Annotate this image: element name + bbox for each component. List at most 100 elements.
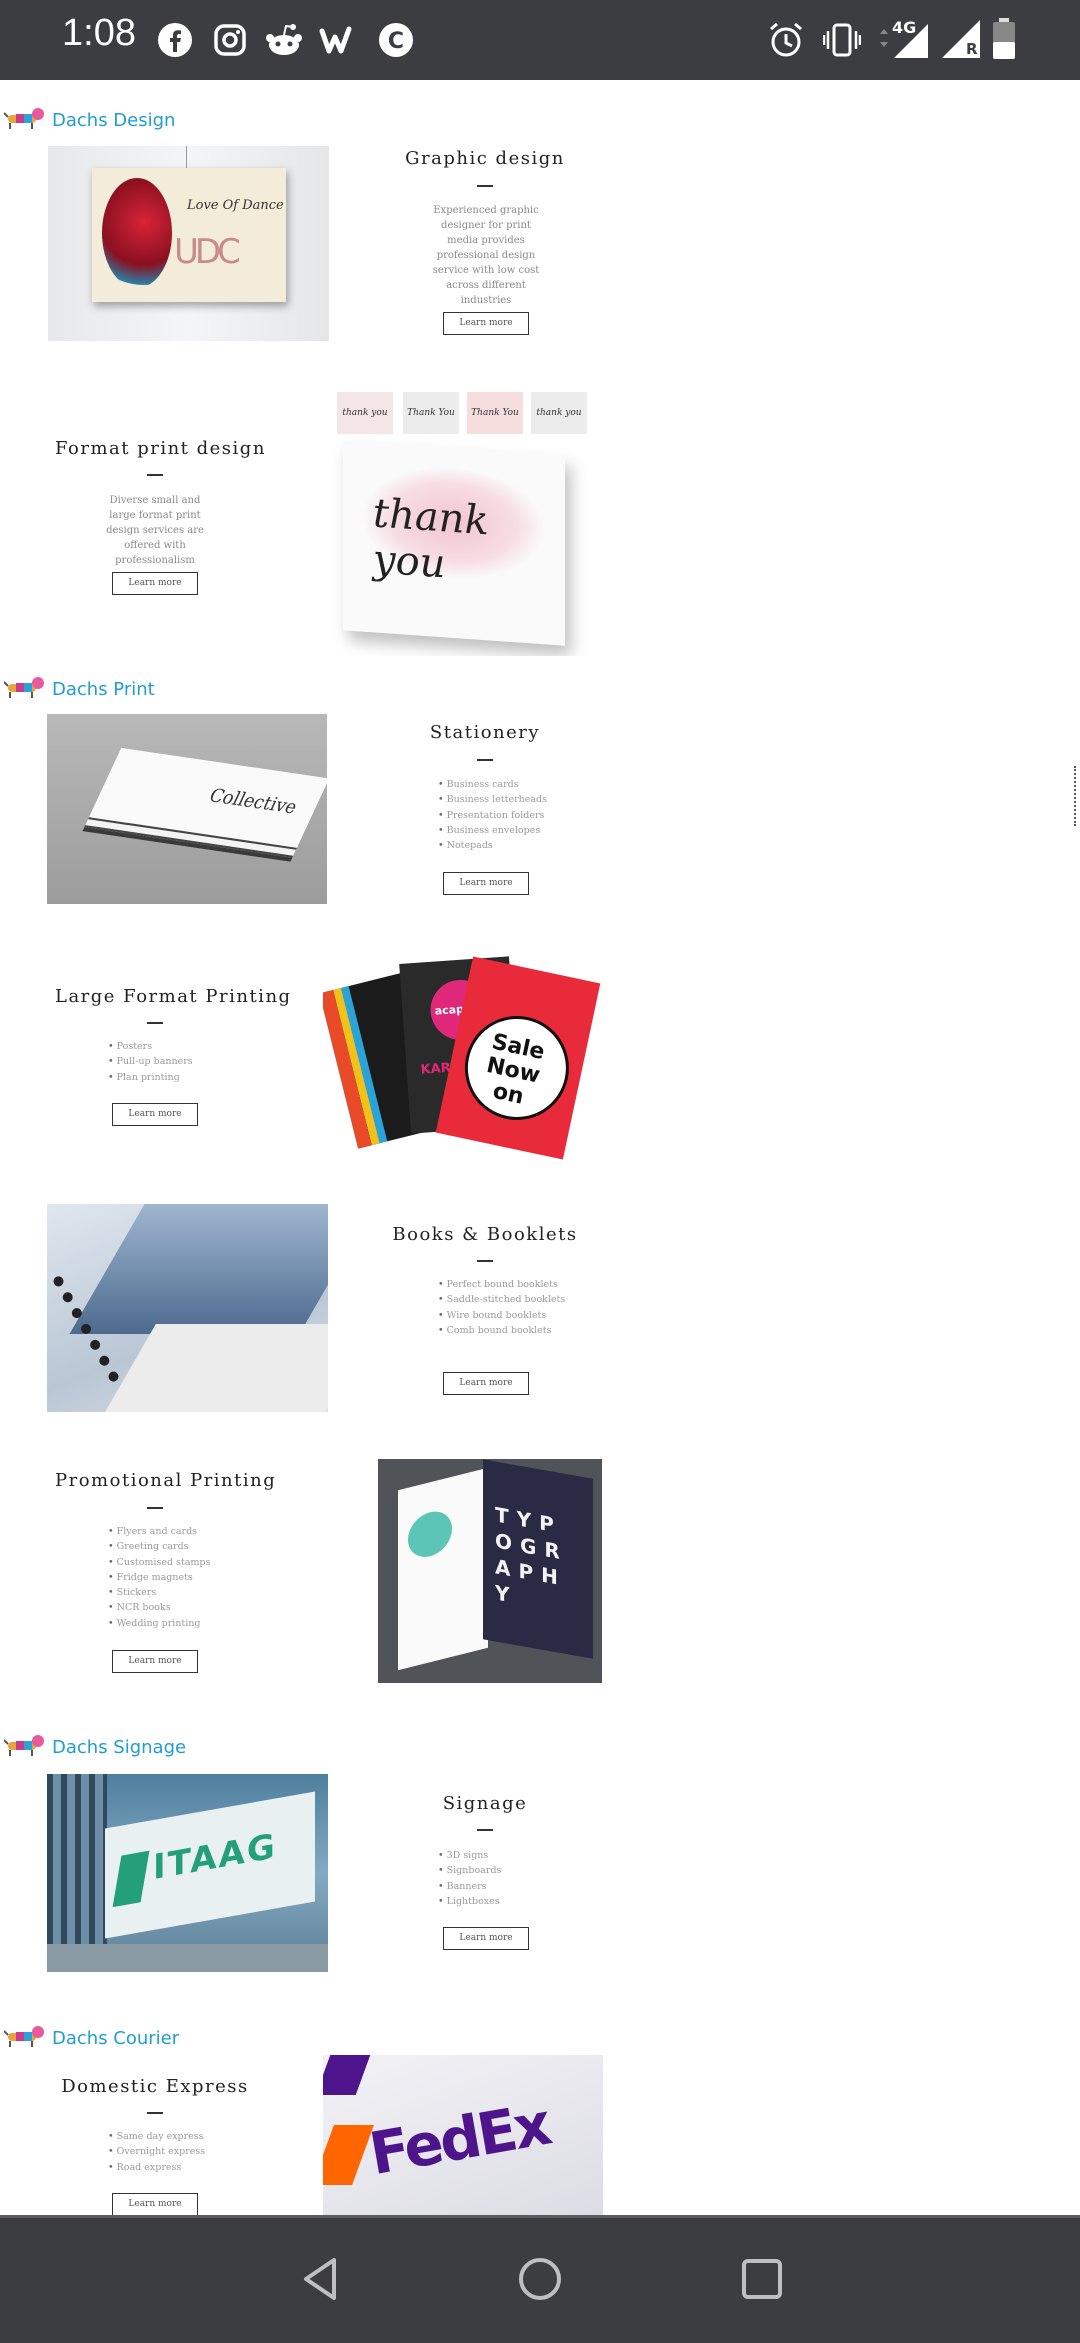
- stationery-list: Business cards Business letterheads Pres…: [438, 777, 547, 853]
- list-item: Same day express: [108, 2129, 205, 2144]
- instagram-icon: [210, 20, 250, 60]
- title-divider: [477, 1260, 493, 1262]
- list-item: Business letterheads: [438, 792, 547, 807]
- list-item: Fridge magnets: [108, 1570, 210, 1585]
- copyright-app-icon: C: [376, 20, 416, 60]
- svg-text:C: C: [388, 29, 404, 54]
- list-item: Stickers: [108, 1585, 210, 1600]
- list-item: NCR books: [108, 1600, 210, 1615]
- graphic-design-learn-more-button[interactable]: Learn more: [443, 312, 529, 335]
- poster-text: Love Of Dance: [187, 198, 284, 213]
- home-button[interactable]: [515, 2254, 565, 2304]
- list-item: Road express: [108, 2160, 205, 2175]
- vibrate-icon: [822, 20, 862, 60]
- graphic-design-description: Experienced graphic designer for print m…: [432, 205, 540, 306]
- card-script-text: thank you: [373, 490, 489, 588]
- promo-image: TYPOGRAPHY: [378, 1459, 602, 1683]
- list-item: Presentation folders: [438, 808, 547, 823]
- signage-list: 3D signs Signboards Banners Lightboxes: [438, 1848, 502, 1909]
- domestic-express-title: Domestic Express: [61, 2076, 249, 2097]
- dachshund-logo-icon: [3, 2023, 46, 2053]
- stationery-title: Stationery: [429, 722, 541, 743]
- signage-learn-more-button[interactable]: Learn more: [443, 1927, 529, 1950]
- list-item: Saddle-stitched booklets: [438, 1292, 566, 1307]
- list-item: Perfect bound booklets: [438, 1277, 565, 1292]
- business-card-text: Collective: [205, 784, 301, 819]
- list-item: Comb bound booklets: [438, 1323, 565, 1338]
- format-print-title: Format print design: [55, 438, 266, 459]
- promo-learn-more-button[interactable]: Learn more: [112, 1650, 198, 1673]
- signal-roaming-icon: R: [940, 18, 986, 60]
- format-print-description: Diverse small and large format print des…: [106, 495, 204, 566]
- title-divider: [147, 474, 163, 476]
- facebook-icon: [155, 20, 195, 60]
- list-item: Posters: [108, 1039, 193, 1054]
- large-format-learn-more-button[interactable]: Learn more: [112, 1103, 198, 1126]
- stationery-image: Collective: [47, 714, 327, 904]
- domestic-express-list: Same day express Overnight express Road …: [108, 2129, 206, 2175]
- list-item: Pull-up banners: [108, 1054, 193, 1069]
- list-item: Greeting cards: [108, 1539, 210, 1554]
- books-title: Books & Booklets: [392, 1224, 578, 1245]
- signal-4g-icon: 4G: [876, 18, 932, 60]
- booklet-image: [47, 1204, 328, 1412]
- title-divider: [477, 185, 493, 187]
- back-button[interactable]: [296, 2254, 346, 2304]
- section-header-courier[interactable]: Dachs Courier: [3, 2023, 180, 2053]
- status-time: 1:08: [62, 12, 136, 54]
- battery-icon: [992, 18, 1016, 60]
- scroll-indicator[interactable]: [1074, 766, 1080, 826]
- promo-title: Promotional Printing: [55, 1470, 277, 1491]
- list-item: Flyers and cards: [108, 1524, 210, 1539]
- graphic-design-image: Love Of Dance UDC: [48, 146, 329, 341]
- list-item: Signboards: [438, 1863, 502, 1878]
- roaming-label: R: [966, 40, 978, 58]
- list-item: Lightboxes: [438, 1894, 501, 1909]
- stationery-learn-more-button[interactable]: Learn more: [443, 872, 529, 895]
- list-item: Customised stamps: [108, 1555, 211, 1570]
- dachshund-logo-icon: [3, 674, 46, 704]
- courier-image: FedEx: [323, 2055, 603, 2215]
- dachshund-logo-icon: [3, 105, 46, 135]
- section-title-print: Dachs Print: [52, 678, 155, 700]
- books-list: Perfect bound booklets Saddle-stitched b…: [438, 1277, 566, 1338]
- status-bar: 1:08 C 4G R: [0, 0, 1080, 80]
- list-item: Business envelopes: [438, 823, 547, 838]
- large-format-title: Large Format Printing: [55, 986, 292, 1007]
- section-title-courier: Dachs Courier: [52, 2027, 180, 2049]
- section-title-design: Dachs Design: [52, 109, 176, 131]
- list-item: Overnight express: [108, 2144, 206, 2159]
- section-header-design[interactable]: Dachs Design: [3, 105, 176, 135]
- typography-text: TYPOGRAPHY: [495, 1502, 568, 1609]
- list-item: Wire bound booklets: [438, 1308, 565, 1323]
- title-divider: [477, 1829, 493, 1831]
- wattpad-icon: [318, 20, 364, 60]
- title-divider: [147, 1507, 163, 1509]
- books-learn-more-button[interactable]: Learn more: [443, 1372, 529, 1395]
- section-title-signage: Dachs Signage: [52, 1736, 187, 1758]
- fedex-logo-text: FedEx: [364, 2089, 554, 2189]
- title-divider: [477, 759, 493, 761]
- list-item: Notepads: [438, 838, 547, 853]
- format-print-learn-more-button[interactable]: Learn more: [112, 572, 198, 595]
- list-item: 3D signs: [438, 1848, 501, 1863]
- list-item: Wedding printing: [108, 1616, 210, 1631]
- signage-title: Signage: [442, 1793, 528, 1814]
- reddit-icon: [264, 20, 304, 60]
- domestic-express-learn-more-button[interactable]: Learn more: [112, 2193, 198, 2216]
- navigation-bar: [0, 2215, 1080, 2343]
- large-format-list: Posters Pull-up banners Plan printing: [108, 1039, 193, 1085]
- list-item: Business cards: [438, 777, 547, 792]
- section-header-signage[interactable]: Dachs Signage: [3, 1732, 187, 1762]
- format-print-image: thank you Thank You Thank You thank you …: [323, 388, 603, 656]
- dachshund-logo-icon: [3, 1732, 46, 1762]
- list-item: Banners: [438, 1879, 501, 1894]
- list-item: Plan printing: [108, 1070, 193, 1085]
- graphic-design-title: Graphic design: [405, 148, 565, 169]
- section-header-print[interactable]: Dachs Print: [3, 674, 155, 704]
- signage-image: ITAAG: [47, 1774, 328, 1972]
- recents-button[interactable]: [737, 2254, 787, 2304]
- signage-brand-text: ITAAG: [153, 1826, 277, 1889]
- title-divider: [147, 2112, 163, 2114]
- large-format-image: acapella KARAOKE Sale Now on: [323, 948, 603, 1168]
